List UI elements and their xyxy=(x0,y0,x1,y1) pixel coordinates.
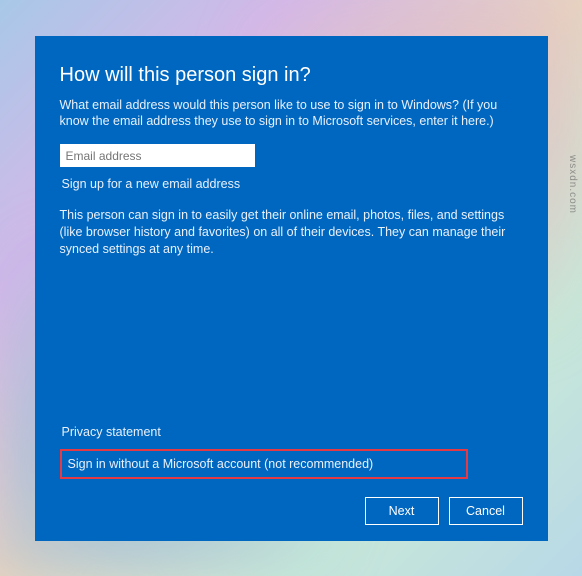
signin-without-account-link[interactable]: Sign in without a Microsoft account (not… xyxy=(68,457,374,471)
highlight-box: Sign in without a Microsoft account (not… xyxy=(60,449,468,479)
signin-dialog: How will this person sign in? What email… xyxy=(35,36,548,541)
dialog-title: How will this person sign in? xyxy=(60,64,523,87)
next-button[interactable]: Next xyxy=(365,497,439,525)
email-input[interactable] xyxy=(60,144,255,167)
privacy-statement-link[interactable]: Privacy statement xyxy=(62,425,523,439)
watermark: wsxdn.com xyxy=(567,155,578,214)
dialog-subtitle: What email address would this person lik… xyxy=(60,97,523,131)
signup-new-email-link[interactable]: Sign up for a new email address xyxy=(62,177,523,191)
spacer xyxy=(60,258,523,425)
cancel-button[interactable]: Cancel xyxy=(449,497,523,525)
info-text: This person can sign in to easily get th… xyxy=(60,207,523,258)
button-row: Next Cancel xyxy=(60,497,523,525)
